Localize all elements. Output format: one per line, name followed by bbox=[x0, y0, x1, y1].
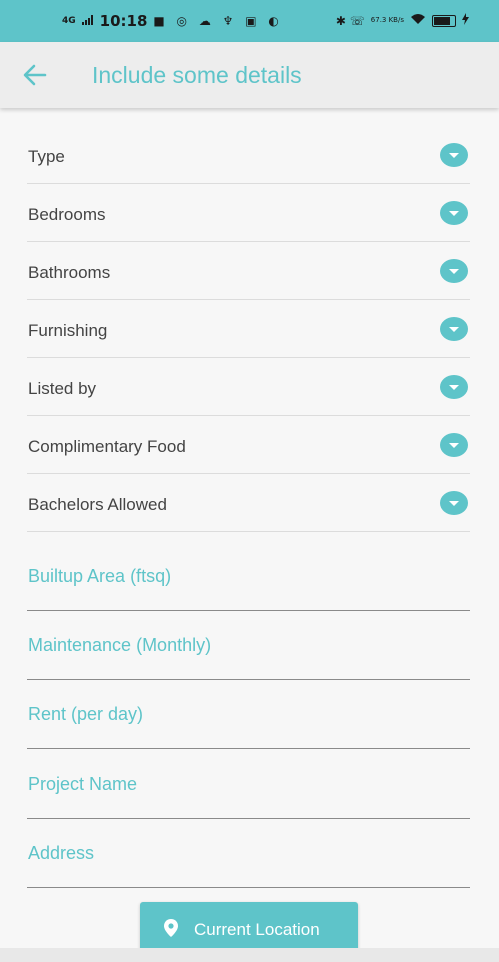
status-right: ✱ ☏ 67.3 KB/s bbox=[336, 13, 469, 28]
dropdown-label: Furnishing bbox=[28, 321, 108, 340]
page-title: Include some details bbox=[92, 62, 302, 88]
dropdown-label: Type bbox=[28, 147, 65, 166]
field-placeholder: Project Name bbox=[28, 774, 138, 794]
location-pin-icon bbox=[164, 919, 178, 937]
dropdown-bathrooms[interactable]: Bathrooms bbox=[27, 241, 470, 300]
status-bar: 4G 10:18 ■ ◎ ☁ ♆ ▣ ◐ ✱ ☏ 67.3 KB/s bbox=[0, 0, 499, 42]
back-button[interactable] bbox=[20, 60, 50, 90]
signal-icon bbox=[81, 13, 94, 29]
field-placeholder: Maintenance (Monthly) bbox=[28, 635, 212, 655]
dropdown-furnishing[interactable]: Furnishing bbox=[27, 299, 470, 358]
address-field[interactable]: Address bbox=[27, 829, 470, 888]
chevron-down-icon bbox=[440, 433, 468, 457]
network-speed: 67.3 KB/s bbox=[370, 16, 404, 24]
project-name-field[interactable]: Project Name bbox=[27, 760, 470, 819]
rent-field[interactable]: Rent (per day) bbox=[27, 690, 470, 749]
dropdown-bachelors-allowed[interactable]: Bachelors Allowed bbox=[27, 473, 470, 532]
dropdown-listed-by[interactable]: Listed by bbox=[27, 357, 470, 416]
current-location-button[interactable]: Current Location bbox=[140, 902, 358, 954]
field-placeholder: Address bbox=[28, 843, 95, 863]
back-arrow-icon bbox=[23, 64, 47, 86]
dropdown-label: Complimentary Food bbox=[28, 437, 186, 456]
dropdown-type[interactable]: Type bbox=[27, 125, 470, 184]
chevron-down-icon bbox=[440, 375, 468, 399]
dropdown-bedrooms[interactable]: Bedrooms bbox=[27, 183, 470, 242]
maintenance-field[interactable]: Maintenance (Monthly) bbox=[27, 621, 470, 680]
battery-icon bbox=[432, 14, 456, 27]
dropdown-label: Bedrooms bbox=[28, 205, 106, 224]
chevron-down-icon bbox=[440, 491, 468, 515]
charging-icon bbox=[462, 13, 469, 28]
chevron-down-icon bbox=[440, 201, 468, 225]
dropdown-label: Bathrooms bbox=[28, 263, 111, 282]
bottom-strip bbox=[0, 948, 499, 962]
battery-level bbox=[434, 16, 450, 25]
chevron-down-icon bbox=[440, 259, 468, 283]
bluetooth-call-icons: ✱ ☏ bbox=[335, 13, 365, 28]
dropdown-label: Bachelors Allowed bbox=[28, 495, 167, 514]
chevron-down-icon bbox=[440, 143, 468, 167]
wifi-icon bbox=[410, 13, 426, 28]
field-placeholder: Builtup Area (ftsq) bbox=[28, 566, 172, 586]
builtup-area-field[interactable]: Builtup Area (ftsq) bbox=[27, 552, 470, 611]
network-indicator: 4G bbox=[62, 15, 76, 26]
dropdown-complimentary-food[interactable]: Complimentary Food bbox=[27, 415, 470, 474]
clock: 10:18 bbox=[99, 12, 148, 30]
notification-icons: ■ ◎ ☁ ♆ ▣ ◐ bbox=[153, 14, 283, 28]
current-location-label: Current Location bbox=[194, 920, 320, 939]
app-bar: Include some details bbox=[0, 42, 499, 108]
field-placeholder: Rent (per day) bbox=[28, 704, 144, 724]
chevron-down-icon bbox=[440, 317, 468, 341]
status-left: 4G 10:18 ■ ◎ ☁ ♆ ▣ ◐ bbox=[62, 12, 283, 30]
dropdown-label: Listed by bbox=[28, 379, 97, 398]
